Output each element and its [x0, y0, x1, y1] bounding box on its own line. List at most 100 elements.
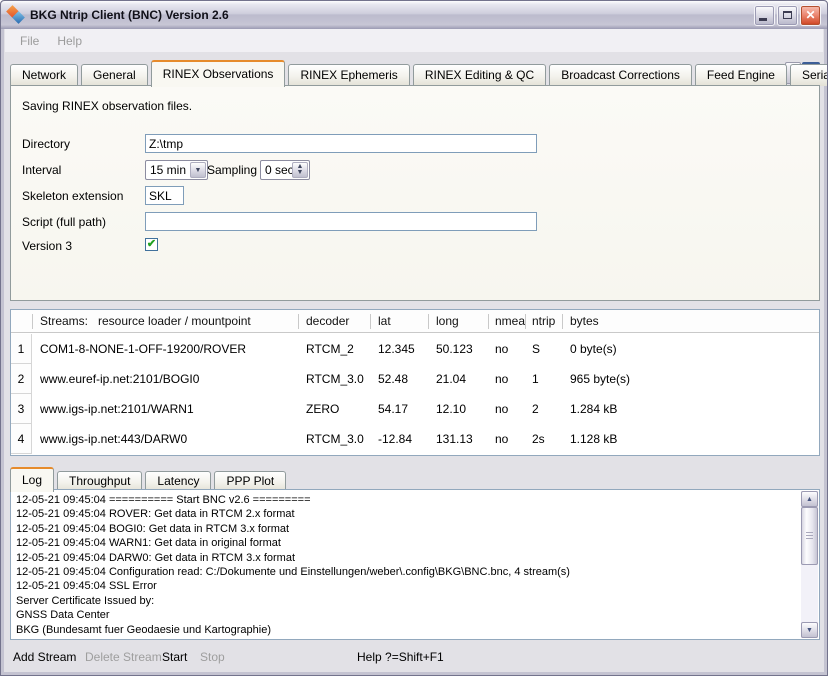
directory-input[interactable]	[145, 134, 537, 153]
title-bar[interactable]: BKG Ntrip Client (BNC) Version 2.6 ✕	[1, 1, 827, 29]
cell-bytes: 0 byte(s)	[570, 334, 617, 364]
tab-throughput[interactable]: Throughput	[57, 471, 142, 491]
close-button[interactable]: ✕	[800, 5, 821, 26]
cell-lat: 54.17	[378, 394, 408, 424]
cell-nmea: no	[495, 424, 508, 454]
tab-broadcast-corrections[interactable]: Broadcast Corrections	[549, 64, 692, 86]
cell-bytes: 1.128 kB	[570, 424, 617, 454]
col-ntrip[interactable]: ntrip	[532, 314, 555, 328]
cell-decoder: RTCM_3.0	[306, 364, 364, 394]
scroll-up-icon[interactable]: ▲	[801, 491, 818, 507]
streams-table-header: Streams: resource loader / mountpoint de…	[11, 310, 819, 333]
menu-bar: File Help	[5, 29, 823, 52]
checkbox-check-icon: ✔	[147, 239, 156, 250]
row-number[interactable]: 4	[11, 424, 32, 454]
tab-log[interactable]: Log	[10, 467, 54, 492]
tab-rinex-editing-qc[interactable]: RINEX Editing & QC	[413, 64, 546, 86]
interval-label: Interval	[22, 163, 61, 177]
maximize-button[interactable]	[777, 5, 798, 26]
row-number[interactable]: 1	[11, 334, 32, 364]
table-row[interactable]: 4 www.igs-ip.net:443/DARW0 RTCM_3.0 -12.…	[11, 424, 819, 454]
cell-ntrip: S	[532, 334, 540, 364]
table-row[interactable]: 1 COM1-8-NONE-1-OFF-19200/ROVER RTCM_2 1…	[11, 334, 819, 364]
interval-value: 15 min	[150, 163, 186, 177]
cell-mountpoint: www.euref-ip.net:2101/BOGI0	[40, 364, 199, 394]
rinex-observations-panel: Saving RINEX observation files. Director…	[10, 85, 820, 301]
script-path-input[interactable]	[145, 212, 537, 231]
chevron-down-icon[interactable]: ▼	[190, 162, 206, 178]
streams-table: Streams: resource loader / mountpoint de…	[10, 309, 820, 456]
cell-decoder: ZERO	[306, 394, 339, 424]
app-icon	[7, 6, 25, 24]
scroll-down-icon[interactable]: ▼	[801, 622, 818, 638]
scrollbar-thumb[interactable]	[801, 507, 818, 565]
col-decoder[interactable]: decoder	[306, 314, 349, 328]
sampling-stepper[interactable]: 0 sec ▲▼	[260, 160, 310, 180]
cell-decoder: RTCM_3.0	[306, 424, 364, 454]
start-button[interactable]: Start	[162, 650, 187, 664]
tab-general[interactable]: General	[81, 64, 148, 86]
sampling-value: 0 sec	[265, 163, 294, 177]
version3-checkbox[interactable]: ✔	[145, 238, 158, 251]
version3-label: Version 3	[22, 239, 72, 253]
col-nmea[interactable]: nmea	[495, 314, 525, 328]
cell-lat: 12.345	[378, 334, 415, 364]
cell-lat: -12.84	[378, 424, 412, 454]
tab-feed-engine[interactable]: Feed Engine	[695, 64, 787, 86]
menu-help[interactable]: Help	[48, 32, 91, 50]
interval-select[interactable]: 15 min ▼	[145, 160, 208, 180]
log-scrollbar[interactable]: ▲ ▼	[801, 491, 818, 638]
cell-long: 131.13	[436, 424, 473, 454]
output-tab-bar: Log Throughput Latency PPP Plot	[10, 463, 289, 491]
sampling-label: Sampling	[207, 163, 257, 177]
table-row[interactable]: 3 www.igs-ip.net:2101/WARN1 ZERO 54.17 1…	[11, 394, 819, 424]
minimize-icon	[759, 18, 767, 21]
col-lat[interactable]: lat	[378, 314, 391, 328]
tab-serial-output[interactable]: Serial Output	[790, 64, 828, 86]
cell-bytes: 965 byte(s)	[570, 364, 630, 394]
cell-ntrip: 2s	[532, 424, 545, 454]
col-long[interactable]: long	[436, 314, 459, 328]
delete-stream-button[interactable]: Delete Stream	[85, 650, 162, 664]
app-window: BKG Ntrip Client (BNC) Version 2.6 ✕ Fil…	[0, 0, 828, 676]
row-number[interactable]: 2	[11, 364, 32, 394]
tab-latency[interactable]: Latency	[145, 471, 211, 491]
cell-nmea: no	[495, 364, 508, 394]
main-tab-bar: Network General RINEX Observations RINEX…	[10, 58, 820, 86]
add-stream-button[interactable]: Add Stream	[13, 650, 76, 664]
stop-button[interactable]: Stop	[200, 650, 225, 664]
tab-network[interactable]: Network	[10, 64, 78, 86]
cell-decoder: RTCM_2	[306, 334, 354, 364]
skeleton-extension-label: Skeleton extension	[22, 189, 123, 203]
log-output: 12-05-21 09:45:04 ========== Start BNC v…	[10, 489, 820, 640]
spinner-arrows-icon[interactable]: ▲▼	[292, 162, 308, 178]
row-number[interactable]: 3	[11, 394, 32, 424]
cell-mountpoint: www.igs-ip.net:2101/WARN1	[40, 394, 194, 424]
tab-rinex-observations[interactable]: RINEX Observations	[151, 60, 286, 87]
tab-ppp-plot[interactable]: PPP Plot	[214, 471, 286, 491]
cell-long: 12.10	[436, 394, 466, 424]
cell-nmea: no	[495, 334, 508, 364]
directory-label: Directory	[22, 137, 70, 151]
col-streams[interactable]: Streams: resource loader / mountpoint	[40, 314, 251, 328]
cell-ntrip: 2	[532, 394, 539, 424]
col-bytes[interactable]: bytes	[570, 314, 599, 328]
cell-ntrip: 1	[532, 364, 539, 394]
cell-mountpoint: COM1-8-NONE-1-OFF-19200/ROVER	[40, 334, 246, 364]
table-row[interactable]: 2 www.euref-ip.net:2101/BOGI0 RTCM_3.0 5…	[11, 364, 819, 394]
tab-rinex-ephemeris[interactable]: RINEX Ephemeris	[288, 64, 409, 86]
script-path-label: Script (full path)	[22, 215, 106, 229]
skeleton-extension-input[interactable]	[145, 186, 184, 205]
footer-bar: Add Stream Delete Stream Start Stop Help…	[5, 643, 823, 671]
cell-lat: 52.48	[378, 364, 408, 394]
cell-bytes: 1.284 kB	[570, 394, 617, 424]
menu-file[interactable]: File	[11, 32, 48, 50]
close-icon: ✕	[805, 9, 815, 21]
window-title: BKG Ntrip Client (BNC) Version 2.6	[30, 8, 229, 22]
panel-description: Saving RINEX observation files.	[22, 99, 192, 113]
log-text[interactable]: 12-05-21 09:45:04 ========== Start BNC v…	[16, 493, 797, 637]
cell-mountpoint: www.igs-ip.net:443/DARW0	[40, 424, 187, 454]
minimize-button[interactable]	[754, 5, 775, 26]
cell-long: 50.123	[436, 334, 473, 364]
maximize-icon	[783, 11, 792, 19]
